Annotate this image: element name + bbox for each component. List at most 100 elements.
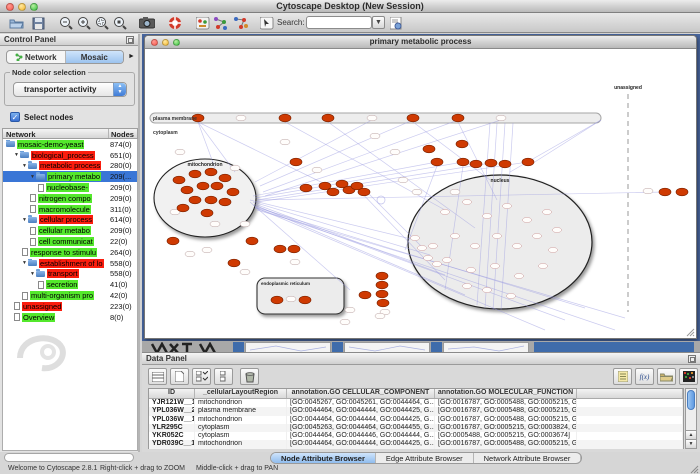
- network-node[interactable]: [240, 269, 250, 275]
- network-node-selected[interactable]: [322, 114, 334, 122]
- network-node[interactable]: [286, 296, 296, 302]
- network-node[interactable]: [463, 199, 472, 204]
- network-node[interactable]: [467, 267, 476, 272]
- tree-item[interactable]: ▼cellular process614(0): [3, 215, 137, 226]
- network-node[interactable]: [418, 245, 427, 250]
- node-attribute-table[interactable]: ID_cellularLayoutRegionannotation.GO CEL…: [148, 388, 684, 449]
- table-scrollbar[interactable]: ▲ ▼: [685, 388, 697, 449]
- network-node[interactable]: [643, 188, 653, 194]
- layout-network-icon[interactable]: [212, 15, 229, 31]
- network-node[interactable]: [483, 213, 492, 218]
- network-node-selected[interactable]: [173, 176, 185, 184]
- network-node-selected[interactable]: [167, 237, 179, 245]
- attribute-list-icon[interactable]: [613, 368, 632, 385]
- node-color-attribute-select[interactable]: transporter activity ▲▼: [13, 82, 127, 97]
- tab-mosaic[interactable]: Mosaic: [66, 51, 124, 63]
- network-node[interactable]: [290, 259, 300, 265]
- column-header[interactable]: _cellularLayoutRegion: [195, 389, 287, 398]
- network-node[interactable]: [433, 261, 442, 266]
- network-node-selected[interactable]: [219, 198, 231, 206]
- network-node[interactable]: [441, 209, 450, 214]
- network-node[interactable]: [507, 293, 516, 298]
- network-node[interactable]: [451, 233, 460, 238]
- manual-layout-icon[interactable]: [258, 15, 275, 31]
- network-node[interactable]: [424, 255, 433, 260]
- network-node-selected[interactable]: [359, 291, 371, 299]
- network-node[interactable]: [533, 233, 542, 238]
- formula-icon[interactable]: f(x): [635, 368, 654, 385]
- expand-arrow-icon[interactable]: ▼: [14, 152, 19, 158]
- snapshot-camera-icon[interactable]: [138, 15, 155, 31]
- select-nodes-checkbox[interactable]: ✓: [10, 112, 20, 122]
- layout-network-alt-icon[interactable]: [232, 15, 249, 31]
- network-node-selected[interactable]: [299, 296, 311, 304]
- network-node-selected[interactable]: [376, 290, 388, 298]
- network-node[interactable]: [515, 273, 524, 278]
- network-node-selected[interactable]: [522, 158, 534, 166]
- tree-item[interactable]: unassigned223(0): [3, 301, 137, 312]
- network-node-selected[interactable]: [246, 237, 258, 245]
- network-node-selected[interactable]: [499, 160, 511, 168]
- network-node[interactable]: [496, 115, 506, 121]
- table-row[interactable]: YLR295Ccytoplasm[GO:0045263, GO:0044464,…: [149, 424, 683, 432]
- network-node-selected[interactable]: [407, 114, 419, 122]
- open-file-icon[interactable]: [8, 15, 25, 31]
- network-node-selected[interactable]: [219, 174, 231, 182]
- network-node-selected[interactable]: [319, 182, 331, 190]
- tab-network-attribute-browser[interactable]: Network Attribute Browser: [474, 453, 582, 463]
- network-node[interactable]: [411, 235, 420, 240]
- network-node-selected[interactable]: [205, 168, 217, 176]
- zoom-in-icon[interactable]: [76, 15, 93, 31]
- unselect-attributes-icon[interactable]: [214, 368, 233, 385]
- column-header[interactable]: ID: [149, 389, 195, 398]
- network-node[interactable]: [471, 243, 480, 248]
- table-row[interactable]: YDR039C__1mitochondrion[GO:0044464, GO:0…: [149, 440, 683, 448]
- tree-item[interactable]: ▼establishment of lo558(0): [3, 258, 137, 269]
- tree-header-network[interactable]: Network: [3, 129, 109, 138]
- network-node[interactable]: [429, 243, 438, 248]
- network-node-selected[interactable]: [227, 188, 239, 196]
- search-dropdown-icon[interactable]: ▼: [372, 16, 385, 29]
- network-node-selected[interactable]: [228, 259, 240, 267]
- float-panel-icon[interactable]: [126, 36, 134, 44]
- network-node[interactable]: [280, 139, 290, 145]
- tab-overflow-icon[interactable]: ►: [128, 53, 135, 60]
- new-attribute-icon[interactable]: [170, 368, 189, 385]
- network-node[interactable]: [345, 307, 355, 313]
- expand-arrow-icon[interactable]: ▼: [30, 271, 35, 277]
- tree-item[interactable]: secretion41(0): [3, 279, 137, 290]
- tree-item[interactable]: ▼transport558(0): [3, 269, 137, 280]
- float-data-panel-icon[interactable]: [688, 355, 696, 363]
- import-attributes-folder-icon[interactable]: [657, 368, 676, 385]
- expand-arrow-icon[interactable]: ▼: [22, 217, 27, 223]
- network-node-selected[interactable]: [288, 245, 300, 253]
- network-node-selected[interactable]: [470, 160, 482, 168]
- network-node[interactable]: [539, 263, 548, 268]
- column-header[interactable]: annotation.GO CELLULAR_COMPONENT: [287, 389, 435, 398]
- network-node-selected[interactable]: [279, 114, 291, 122]
- tree-item[interactable]: ▼biological_process651(0): [3, 150, 137, 161]
- tree-item[interactable]: cell communicat22(0): [3, 236, 137, 247]
- zoom-fit-icon[interactable]: [112, 15, 129, 31]
- window-resize-grip[interactable]: [689, 464, 699, 474]
- network-node-selected[interactable]: [177, 204, 189, 212]
- network-node[interactable]: [390, 149, 400, 155]
- network-node[interactable]: [375, 313, 385, 319]
- attribute-table-icon[interactable]: [148, 368, 167, 385]
- network-node[interactable]: [549, 247, 558, 252]
- scroll-up-icon[interactable]: ▲: [686, 430, 696, 439]
- network-node[interactable]: [523, 217, 532, 222]
- network-node-selected[interactable]: [271, 296, 283, 304]
- network-canvas[interactable]: plasma membrane cytoplasm mitochondrion …: [145, 50, 696, 338]
- network-node-selected[interactable]: [423, 145, 435, 153]
- tree-item[interactable]: multi-organism pro42(0): [3, 290, 137, 301]
- network-node[interactable]: [491, 263, 500, 268]
- network-node-selected[interactable]: [201, 209, 213, 217]
- column-header[interactable]: [577, 389, 683, 398]
- network-node-selected[interactable]: [189, 170, 201, 178]
- tree-item[interactable]: nucleobase-209(0): [3, 182, 137, 193]
- search-input[interactable]: [306, 16, 372, 29]
- network-node[interactable]: [312, 167, 322, 173]
- tree-item[interactable]: mosaic-demo-yeast874(0): [3, 139, 137, 150]
- network-node-selected[interactable]: [274, 245, 286, 253]
